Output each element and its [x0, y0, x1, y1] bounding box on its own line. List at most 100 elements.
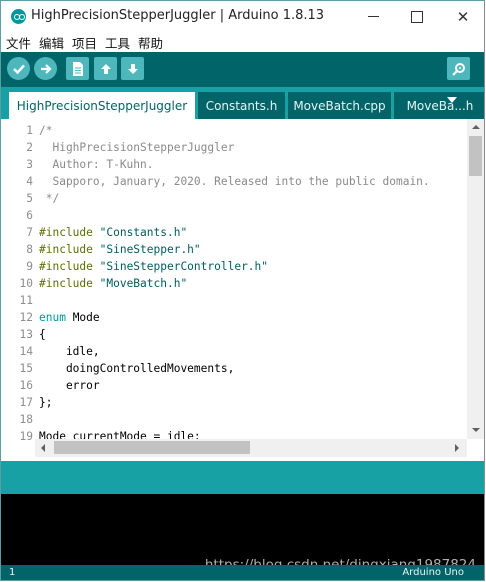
vertical-scrollbar[interactable] — [467, 119, 484, 439]
open-up-arrow-icon — [100, 63, 111, 74]
status-bar: 1 Arduino Uno — [1, 565, 484, 580]
code-line[interactable]: Sapporo, January, 2020. Released into th… — [39, 173, 430, 190]
code-line[interactable]: doingControlledMovements, — [39, 360, 234, 377]
code-token: "Constants.h" — [99, 226, 188, 239]
menu-edit[interactable]: 编辑 — [39, 33, 64, 52]
menu-sketch[interactable]: 项目 — [72, 33, 97, 52]
line-number: 16 — [19, 379, 33, 392]
line-number: 2 — [26, 141, 33, 154]
line-number: 8 — [26, 243, 33, 256]
line-number: 17 — [19, 396, 33, 409]
code-token: Author: T-Kuhn. — [39, 158, 154, 171]
message-bar — [1, 461, 484, 494]
horizontal-scroll-thumb[interactable] — [54, 441, 250, 454]
code-line[interactable]: #include "MoveBatch.h" — [39, 275, 187, 292]
code-token: idle, — [39, 345, 100, 358]
code-token: Sapporo, January, 2020. Released into th… — [39, 175, 430, 188]
line-number: 7 — [26, 226, 33, 239]
code-editor[interactable]: 1 2 3 4 5 6 7 8 9 10 11 12 13 14 15 16 17 18 19 /* HighPre… — [1, 119, 484, 443]
line-number: 13 — [19, 328, 33, 341]
code-token: error — [39, 379, 100, 392]
line-number-gutter: 1 2 3 4 5 6 7 8 9 10 11 12 13 14 15 16 17 18 19 — [1, 119, 35, 443]
save-down-arrow-icon — [127, 63, 138, 74]
tab-constants-h[interactable]: Constants.h — [198, 92, 285, 119]
scroll-down-arrow-icon[interactable] — [472, 428, 480, 432]
new-file-icon — [72, 61, 83, 76]
code-line[interactable]: #include "Constants.h" — [39, 224, 187, 241]
line-number: 18 — [19, 413, 33, 426]
menu-help[interactable]: 帮助 — [138, 33, 163, 52]
code-token: "SineStepper.h" — [99, 243, 201, 256]
scroll-left-arrow-icon[interactable] — [41, 444, 45, 452]
verify-button[interactable] — [7, 57, 30, 80]
open-button[interactable] — [94, 57, 117, 80]
window-title: HighPrecisionStepperJuggler | Arduino 1.… — [31, 8, 325, 23]
upload-button[interactable] — [34, 57, 57, 80]
code-token: HighPrecisionStepperJuggler — [39, 141, 235, 154]
tab-movebatch-h[interactable]: MoveBa...h — [394, 92, 484, 119]
tab-bar: HighPrecisionStepperJuggler Constants.h … — [1, 87, 484, 119]
code-token: "SineStepperController.h" — [99, 260, 269, 273]
close-icon: ✕ — [456, 7, 470, 26]
tab-menu-chevron-down-icon[interactable] — [447, 97, 457, 103]
line-number: 6 — [26, 209, 33, 222]
maximize-button[interactable] — [394, 1, 440, 32]
close-button[interactable]: ✕ — [440, 1, 484, 32]
code-line[interactable]: HighPrecisionStepperJuggler — [39, 139, 234, 156]
menu-bar: 文件 编辑 项目 工具 帮助 — [1, 32, 484, 52]
code-line[interactable]: */ — [39, 190, 59, 207]
tab-movebatch-cpp[interactable]: MoveBatch.cpp — [288, 92, 391, 119]
magnifier-icon — [451, 62, 465, 76]
line-number: 11 — [19, 294, 33, 307]
minimize-button[interactable] — [350, 1, 396, 32]
console-output[interactable] — [1, 494, 484, 565]
code-line[interactable]: { — [39, 326, 46, 343]
status-line-number: 1 — [9, 567, 16, 578]
code-line[interactable]: Mode currentMode = idle; — [39, 428, 201, 439]
title-bar: HighPrecisionStepperJuggler | Arduino 1.… — [1, 1, 484, 32]
scroll-up-arrow-icon[interactable] — [472, 125, 480, 129]
scroll-right-arrow-icon[interactable] — [455, 444, 459, 452]
menu-tools[interactable]: 工具 — [105, 33, 130, 52]
status-board-name: Arduino Uno — [402, 567, 464, 578]
code-token: enum — [39, 311, 66, 324]
code-area[interactable]: /* HighPrecisionStepperJuggler Author: T… — [39, 119, 465, 439]
code-token: #include — [39, 243, 100, 256]
code-line[interactable]: #include "SineStepperController.h" — [39, 258, 268, 275]
tab-highprecisionstepperjuggler[interactable]: HighPrecisionStepperJuggler — [9, 92, 195, 119]
code-line[interactable]: idle, — [39, 343, 100, 360]
code-token: /* — [39, 124, 53, 137]
code-line[interactable]: enum Mode — [39, 309, 100, 326]
code-line[interactable]: error — [39, 377, 100, 394]
maximize-icon — [411, 10, 423, 23]
arduino-logo-icon — [11, 9, 26, 24]
code-line[interactable]: #include "SineStepper.h" — [39, 241, 201, 258]
code-token: doingControlledMovements, — [39, 362, 235, 375]
line-number: 15 — [19, 362, 33, 375]
code-token: */ — [39, 192, 60, 205]
new-button[interactable] — [66, 57, 89, 80]
code-token: #include — [39, 277, 100, 290]
code-token: #include — [39, 226, 100, 239]
line-number: 14 — [19, 345, 33, 358]
code-token: #include — [39, 260, 100, 273]
check-icon — [12, 64, 25, 74]
horizontal-scrollbar[interactable] — [35, 439, 467, 457]
code-token: "MoveBatch.h" — [99, 277, 188, 290]
code-line[interactable]: /* — [39, 122, 52, 139]
arrow-right-icon — [40, 63, 52, 74]
line-number: 19 — [19, 430, 33, 443]
line-number: 9 — [26, 260, 33, 273]
code-token: Mode — [65, 311, 100, 324]
code-token: { — [39, 328, 46, 341]
code-token: Mode currentMode = idle; — [39, 430, 201, 439]
code-line[interactable]: Author: T-Kuhn. — [39, 156, 154, 173]
vertical-scroll-thumb[interactable] — [469, 136, 482, 176]
line-number: 4 — [26, 175, 33, 188]
line-number: 12 — [19, 311, 33, 324]
arduino-window: HighPrecisionStepperJuggler | Arduino 1.… — [0, 0, 485, 581]
save-button[interactable] — [121, 57, 144, 80]
menu-file[interactable]: 文件 — [6, 33, 31, 52]
code-line[interactable]: }; — [39, 394, 52, 411]
serial-monitor-button[interactable] — [447, 57, 470, 80]
